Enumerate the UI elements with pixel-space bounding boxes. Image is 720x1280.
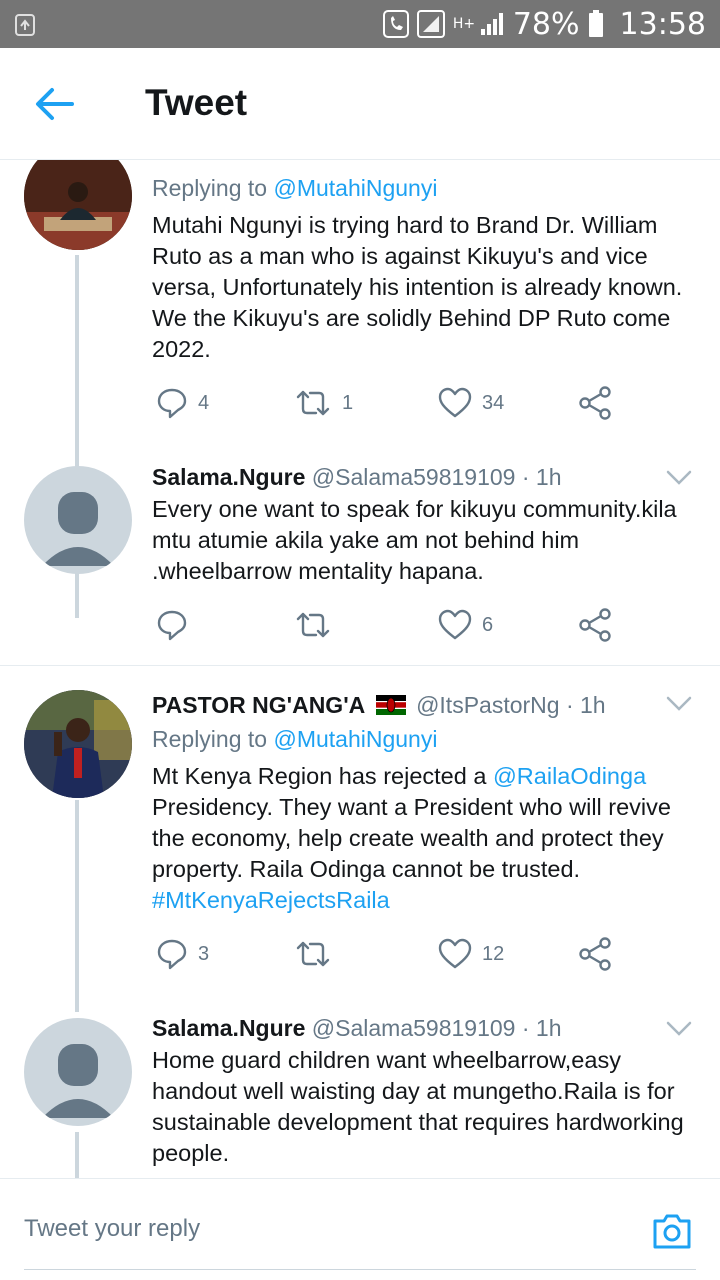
timestamp: · 1h — [565, 692, 606, 718]
avatar[interactable] — [24, 690, 132, 798]
retweet-count: 1 — [342, 391, 354, 414]
avatar-photo — [24, 690, 132, 798]
tweet-header: PASTOR NG'ANG'A @ItsPastorNg · 1h — [152, 692, 606, 719]
avatar-photo — [24, 160, 132, 250]
default-avatar-icon — [42, 1044, 114, 1118]
page-title: Tweet — [145, 82, 248, 123]
heart-icon — [438, 609, 472, 640]
replying-to-label: Replying to — [152, 726, 274, 752]
like-button[interactable]: 12 — [438, 934, 504, 974]
tweet-header: Salama.Ngure @Salama59819109 · 1h — [152, 1015, 562, 1042]
timestamp: · 1h — [521, 464, 562, 490]
display-name[interactable]: Salama.Ngure — [152, 1015, 305, 1041]
retweet-icon — [296, 390, 330, 416]
default-avatar-icon — [42, 492, 114, 566]
share-icon — [579, 937, 611, 971]
chevron-down-icon[interactable] — [666, 1021, 692, 1037]
share-button[interactable] — [578, 934, 612, 974]
mention-link[interactable]: @RailaOdinga — [493, 763, 646, 789]
battery-icon — [588, 10, 603, 37]
tweet-text: Home guard children want wheelbarrow,eas… — [152, 1047, 684, 1166]
user-handle[interactable]: @Salama59819109 — [312, 1015, 516, 1041]
replying-to-handle[interactable]: @MutahiNgunyi — [273, 175, 437, 201]
signal-strength-icon — [480, 13, 503, 35]
thread-connector — [75, 800, 79, 1012]
chevron-down-icon[interactable] — [666, 696, 692, 712]
thread-divider — [0, 665, 720, 666]
status-bar: H+ 78% 13:58 — [0, 0, 720, 48]
timestamp: · 1h — [521, 1015, 562, 1041]
reply-count: 3 — [198, 942, 210, 965]
back-arrow-icon[interactable] — [30, 82, 80, 126]
tweet-header: Salama.Ngure @Salama59819109 · 1h — [152, 464, 562, 491]
heart-icon — [438, 387, 472, 418]
reply-composer — [0, 1178, 720, 1280]
like-count: 6 — [482, 613, 494, 636]
reply-icon — [157, 939, 187, 970]
chevron-down-icon[interactable] — [666, 470, 692, 486]
heart-icon — [438, 938, 472, 969]
app-header: Tweet — [0, 48, 720, 160]
retweet-button[interactable] — [294, 934, 342, 974]
reply-icon — [157, 610, 187, 641]
avatar[interactable] — [24, 1018, 132, 1126]
reply-button[interactable]: 3 — [156, 934, 209, 974]
tweet-text: Every one want to speak for kikuyu commu… — [152, 496, 677, 584]
replying-to: Replying to @MutahiNgunyi — [152, 726, 437, 753]
share-icon — [579, 608, 611, 642]
retweet-button[interactable]: 1 — [294, 383, 353, 423]
tweet-text-part: Presidency. They want a President who wi… — [152, 794, 671, 882]
replying-to: Replying to @MutahiNgunyi — [152, 175, 437, 202]
tweet-thread[interactable]: Replying to @MutahiNgunyi Mutahi Ngunyi … — [0, 160, 720, 1178]
display-name[interactable]: Salama.Ngure — [152, 464, 305, 490]
hashtag-link[interactable]: #MtKenyaRejectsRaila — [152, 887, 390, 913]
reply-count: 4 — [198, 391, 210, 414]
like-count: 34 — [482, 391, 505, 414]
tweet-actions: 6 — [152, 605, 672, 645]
user-handle[interactable]: @ItsPastorNg — [416, 692, 560, 718]
camera-icon[interactable] — [651, 1211, 693, 1251]
like-button[interactable]: 34 — [438, 383, 504, 423]
replying-to-handle[interactable]: @MutahiNgunyi — [273, 726, 437, 752]
reply-button[interactable]: 4 — [156, 383, 209, 423]
battery-percent: 78% — [512, 6, 580, 42]
like-count: 12 — [482, 942, 505, 965]
tweet-actions: 4 1 34 — [152, 383, 672, 423]
retweet-button[interactable] — [294, 605, 342, 645]
clock: 13:58 — [619, 6, 706, 42]
tweet-text: Mutahi Ngunyi is trying hard to Brand Dr… — [152, 212, 683, 362]
user-handle[interactable]: @Salama59819109 — [312, 464, 516, 490]
signal-sim1-icon — [416, 10, 445, 38]
storage-cleaner-icon — [15, 14, 35, 36]
avatar[interactable] — [24, 466, 132, 574]
avatar[interactable] — [24, 160, 132, 250]
reply-button[interactable] — [156, 605, 198, 645]
reply-input[interactable] — [24, 1215, 624, 1243]
share-button[interactable] — [578, 605, 612, 645]
display-name[interactable]: PASTOR NG'ANG'A — [152, 692, 365, 718]
replying-to-label: Replying to — [152, 175, 274, 201]
retweet-icon — [296, 941, 330, 967]
phone-call-icon — [382, 10, 409, 38]
like-button[interactable]: 6 — [438, 605, 493, 645]
share-icon — [579, 386, 611, 420]
tweet-text-part: Mt Kenya Region has rejected a — [152, 763, 493, 789]
kenya-flag-icon — [375, 695, 406, 715]
thread-connector — [75, 1132, 79, 1178]
tweet-text: Mt Kenya Region has rejected a @RailaOdi… — [152, 761, 697, 916]
reply-input-underline — [24, 1269, 696, 1270]
reply-icon — [157, 388, 187, 419]
network-type: H+ — [452, 16, 476, 32]
retweet-icon — [296, 612, 330, 638]
share-button[interactable] — [578, 383, 612, 423]
tweet-actions: 3 12 — [152, 934, 672, 974]
